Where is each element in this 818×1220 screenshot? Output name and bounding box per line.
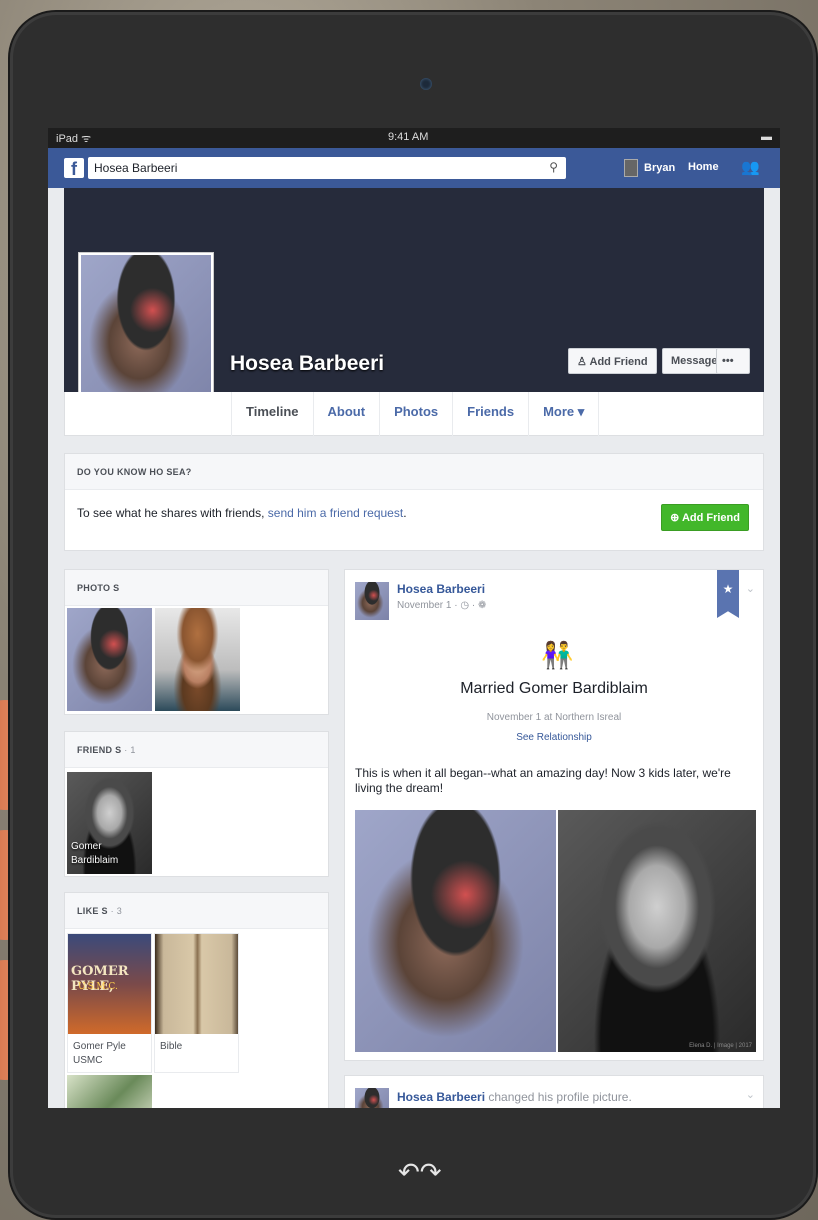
profile-tabs-bar: Timeline About Photos Friends More ▾: [64, 392, 764, 436]
likes-title: LIKE S: [77, 906, 108, 916]
avatar-image: [355, 1088, 389, 1108]
facebook-logo-icon[interactable]: f: [64, 158, 84, 179]
battery-icon: ▬: [761, 131, 772, 143]
post-photo-1[interactable]: [355, 810, 556, 1052]
friend-request-link[interactable]: send him a friend request: [268, 506, 403, 520]
chevron-down-icon[interactable]: ⌄: [746, 582, 755, 595]
profile-photo-image: [81, 255, 211, 413]
like-tile-third[interactable]: [67, 1075, 152, 1108]
add-friend-green-button[interactable]: ⊕ Add Friend: [661, 504, 749, 531]
friends-title: FRIEND S: [77, 745, 122, 755]
tab-more[interactable]: More ▾: [528, 392, 600, 436]
gomer-pyle-image: GOMER PYLE, U.S.M.C.: [68, 934, 151, 1034]
likes-card: LIKE S · 3 GOMER PYLE, U.S.M.C. Gomer Py…: [64, 892, 329, 1108]
add-friend-label: Add Friend: [589, 356, 648, 368]
star-icon[interactable]: ★: [717, 570, 739, 618]
add-friend-button[interactable]: ♙ Add Friend: [568, 348, 657, 374]
add-friend-green-label: Add Friend: [681, 512, 740, 524]
photo-image: [155, 608, 240, 711]
do-you-know-card: DO YOU KNOW HO SEA? To see what he share…: [64, 453, 764, 551]
like-label: Bible: [160, 1041, 183, 1052]
see-relationship-link[interactable]: See Relationship: [345, 732, 763, 743]
post-photo-2[interactable]: Elena D. | Image | 2017: [558, 810, 756, 1052]
friend-name: Gomer Bardiblaim: [71, 841, 119, 866]
dyk-period: .: [403, 506, 407, 520]
add-friend-icon: ♙: [577, 356, 590, 368]
photos-card: PHOTO S: [64, 569, 329, 715]
clock: 9:41 AM: [388, 131, 429, 143]
search-input[interactable]: Hosea Barbeeri ⚲: [88, 157, 566, 179]
post-action: changed his profile picture.: [485, 1090, 632, 1104]
friend-tile[interactable]: Gomer Bardiblaim: [67, 772, 152, 874]
post-card-2: Hosea Barbeeri changed his profile pictu…: [344, 1075, 764, 1108]
avatar: [624, 159, 638, 177]
search-icon[interactable]: ⚲: [549, 160, 558, 174]
photo-thumb[interactable]: [67, 608, 152, 711]
friends-count: · 1: [124, 745, 136, 755]
post-photo-image: [558, 810, 756, 1052]
gomer-pyle-image-sub: U.S.M.C.: [78, 982, 118, 992]
post-header: Hosea Barbeeri November 1 · ◷ · ❁: [355, 582, 486, 620]
card-title[interactable]: LIKE S · 3: [65, 893, 328, 929]
card-title[interactable]: FRIEND S · 1: [65, 732, 328, 768]
user-profile-link[interactable]: Bryan: [624, 159, 675, 177]
post-author[interactable]: Hosea Barbeeri: [397, 582, 486, 596]
chevron-down-icon[interactable]: ⌄: [746, 1088, 755, 1101]
search-value: Hosea Barbeeri: [94, 161, 178, 175]
life-event-subtitle: November 1 at Northern Isreal: [486, 712, 622, 723]
user-name: Bryan: [644, 162, 676, 174]
friends-card: FRIEND S · 1 Gomer Bardiblaim: [64, 731, 329, 877]
couple-icon: 👫: [541, 640, 574, 670]
tab-timeline[interactable]: Timeline: [231, 392, 313, 436]
card-title: DO YOU KNOW HO SEA?: [65, 454, 763, 490]
avatar[interactable]: [355, 582, 389, 620]
likes-count: · 3: [110, 906, 123, 916]
photo-image: [67, 608, 152, 711]
camera-icon: [420, 78, 432, 90]
carrier-label: iPad ᯤ: [56, 133, 92, 145]
post-card: Hosea Barbeeri November 1 · ◷ · ❁ ★ ⌄ 👫 …: [344, 569, 764, 1061]
like-tile-gomer-pyle[interactable]: GOMER PYLE, U.S.M.C. Gomer Pyle USMC: [67, 933, 152, 1073]
facebook-topbar: f Hosea Barbeeri ⚲ Bryan Home 👥: [48, 148, 780, 188]
like-tile-bible[interactable]: Bible: [154, 933, 239, 1073]
tab-about[interactable]: About: [312, 392, 380, 436]
status-bar: iPad ᯤ 9:41 AM ▬: [48, 128, 780, 148]
tab-photos[interactable]: Photos: [379, 392, 452, 436]
home-link[interactable]: Home: [688, 161, 719, 173]
do-you-know-text: To see what he shares with friends, send…: [65, 490, 763, 536]
dyk-text: To see what he shares with friends,: [77, 506, 268, 520]
profile-name[interactable]: Hosea Barbeeri: [230, 352, 384, 376]
card-title[interactable]: PHOTO S: [65, 570, 328, 606]
add-friend-icon: ⊕: [670, 512, 682, 524]
bible-image: [155, 934, 238, 1034]
screen: iPad ᯤ 9:41 AM ▬ f Hosea Barbeeri ⚲ Brya…: [48, 128, 780, 1108]
post-author[interactable]: Hosea Barbeeri: [397, 1090, 485, 1104]
avatar-image: [355, 582, 389, 620]
post-date[interactable]: November 1 · ◷ · ❁: [397, 600, 486, 611]
friend-requests-icon[interactable]: 👥: [741, 158, 760, 176]
photo-thumb[interactable]: [155, 608, 240, 711]
like-label: Gomer Pyle USMC: [73, 1041, 126, 1066]
tab-friends[interactable]: Friends: [452, 392, 528, 436]
home-button-icon[interactable]: ↶↷: [398, 1158, 458, 1188]
more-options-button[interactable]: •••: [716, 348, 750, 374]
photo-watermark: Elena D. | Image | 2017: [689, 1043, 752, 1049]
post-photo-image: [355, 810, 556, 1052]
avatar[interactable]: [355, 1088, 389, 1108]
post-text: This is when it all began--what an amazi…: [355, 766, 731, 795]
post-header: Hosea Barbeeri changed his profile pictu…: [355, 1088, 632, 1108]
life-event-title: Married Gomer Bardiblaim: [460, 680, 648, 697]
